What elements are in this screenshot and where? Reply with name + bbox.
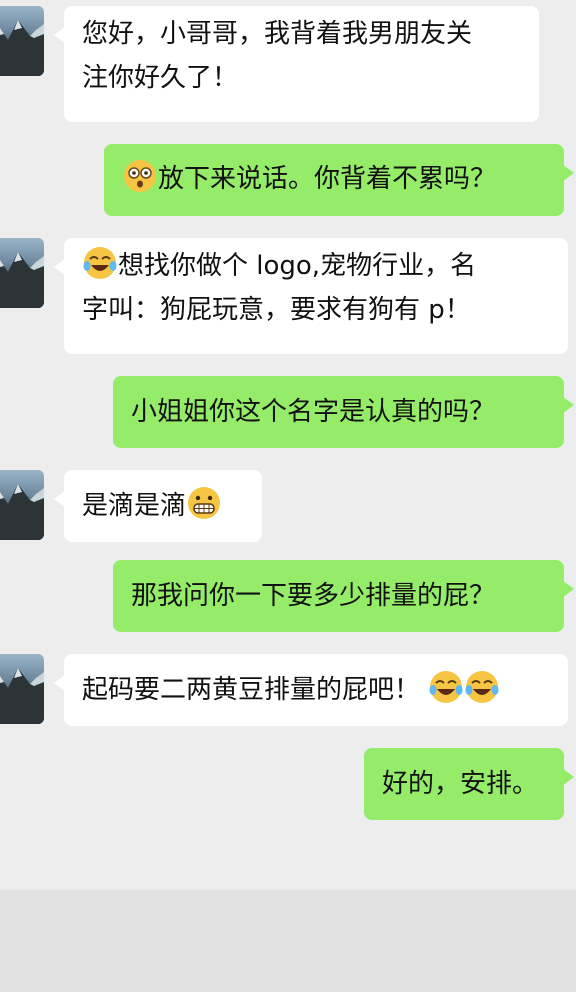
contact-avatar[interactable] xyxy=(0,470,44,540)
tears-of-joy-emoji xyxy=(83,247,117,279)
message-text: 是滴是滴 xyxy=(82,491,187,521)
incoming-message-bubble[interactable]: 想找你做个 logo,宠物行业，名 字叫：狗屁玩意，要求有狗有 p！ xyxy=(54,238,568,354)
grimacing-face-emoji xyxy=(188,487,221,519)
chat-area: 您好，小哥哥，我背着我男朋友关 注你好久了！ 放下来说话。你背着不累吗？ 想找你… xyxy=(0,0,576,992)
dizzy-face-emoji xyxy=(124,160,156,192)
incoming-message-bubble[interactable]: 起码要二两黄豆排量的屁吧！ xyxy=(54,654,568,726)
message-text: 起码要二两黄豆排量的屁吧！ xyxy=(82,675,421,705)
outgoing-message-bubble[interactable]: 那我问你一下要多少排量的屁？ xyxy=(113,560,574,632)
message-text-line: 您好，小哥哥，我背着我男朋友关 xyxy=(82,19,473,49)
tears-of-joy-emoji xyxy=(429,671,463,703)
bottom-input-area xyxy=(0,890,576,992)
message-text: 好的，安排。 xyxy=(382,769,539,799)
message-text: 小姐姐你这个名字是认真的吗？ xyxy=(131,397,496,427)
contact-avatar[interactable] xyxy=(0,238,44,308)
outgoing-message-bubble[interactable]: 好的，安排。 xyxy=(364,748,574,820)
message-text-line: 字叫：狗屁玩意，要求有狗有 p！ xyxy=(82,295,471,325)
mountain-avatar-icon xyxy=(0,252,44,308)
incoming-message-bubble[interactable]: 您好，小哥哥，我背着我男朋友关 注你好久了！ xyxy=(54,6,539,122)
message-text-line: 注你好久了！ xyxy=(82,63,239,93)
message-text: 那我问你一下要多少排量的屁？ xyxy=(131,581,496,611)
message-text: 放下来说话。你背着不累吗？ xyxy=(158,164,497,194)
contact-avatar[interactable] xyxy=(0,6,44,76)
outgoing-message-bubble[interactable]: 小姐姐你这个名字是认真的吗？ xyxy=(113,376,574,448)
mountain-avatar-icon xyxy=(0,668,44,724)
outgoing-message-bubble[interactable]: 放下来说话。你背着不累吗？ xyxy=(104,144,574,216)
incoming-message-bubble[interactable]: 是滴是滴 xyxy=(54,470,262,542)
tears-of-joy-emoji xyxy=(465,671,499,703)
contact-avatar[interactable] xyxy=(0,654,44,724)
mountain-avatar-icon xyxy=(0,484,44,540)
message-text: 想找你做个 logo,宠物行业，名 xyxy=(118,251,477,281)
message-text-line: 想找你做个 logo,宠物行业，名 xyxy=(82,244,550,288)
mountain-avatar-icon xyxy=(0,20,44,76)
